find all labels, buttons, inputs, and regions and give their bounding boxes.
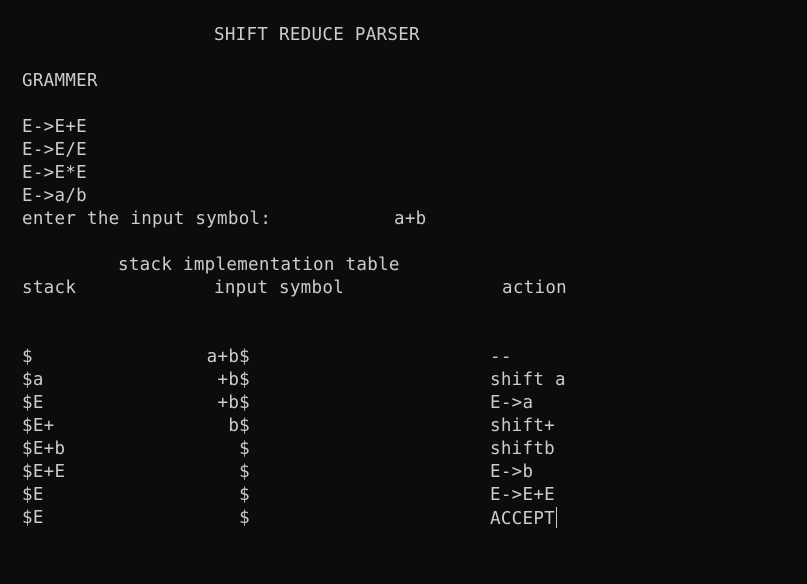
page-title: SHIFT REDUCE PARSER — [214, 25, 420, 45]
action-cell: shiftb — [490, 439, 556, 459]
text-cursor — [556, 507, 558, 528]
grammar-heading: GRAMMER — [22, 71, 98, 91]
action-cell: -- — [490, 347, 512, 367]
stack-cell: $E+ — [22, 416, 55, 436]
input-prompt: enter the input symbol: — [22, 209, 272, 229]
input-cell: $ — [239, 462, 250, 482]
production-line: E->E+E — [22, 117, 88, 137]
input-value: a+b — [394, 209, 427, 229]
stack-cell: $E+E — [22, 462, 66, 482]
header-action: action — [502, 278, 568, 298]
input-cell: b$ — [228, 416, 250, 436]
action-cell: E->b — [490, 462, 534, 482]
production-line: E->a/b — [22, 186, 88, 206]
stack-cell: $ — [22, 347, 33, 367]
input-cell: +b$ — [217, 370, 250, 390]
input-cell: +b$ — [217, 393, 250, 413]
input-cell: $ — [239, 485, 250, 505]
production-line: E->E/E — [22, 140, 88, 160]
table-title: stack implementation table — [118, 255, 400, 275]
stack-cell: $E — [22, 393, 44, 413]
stack-cell: $E — [22, 508, 44, 528]
stack-cell: $a — [22, 370, 44, 390]
action-cell: ACCEPT — [490, 509, 556, 529]
input-cell: $ — [239, 508, 250, 528]
input-cell: $ — [239, 439, 250, 459]
production-line: E->E*E — [22, 163, 88, 183]
header-stack: stack — [22, 278, 77, 298]
terminal-window: SHIFT REDUCE PARSER GRAMMER E->E+E E->E/… — [0, 0, 807, 584]
action-cell: shift a — [490, 370, 566, 390]
stack-cell: $E — [22, 485, 44, 505]
action-cell: E->E+E — [490, 485, 556, 505]
action-cell-with-cursor: ACCEPT — [490, 507, 558, 531]
action-cell: E->a — [490, 393, 534, 413]
header-input-symbol: input symbol — [214, 278, 345, 298]
stack-cell: $E+b — [22, 439, 66, 459]
action-cell: shift+ — [490, 416, 556, 436]
input-cell: a+b$ — [206, 347, 250, 367]
